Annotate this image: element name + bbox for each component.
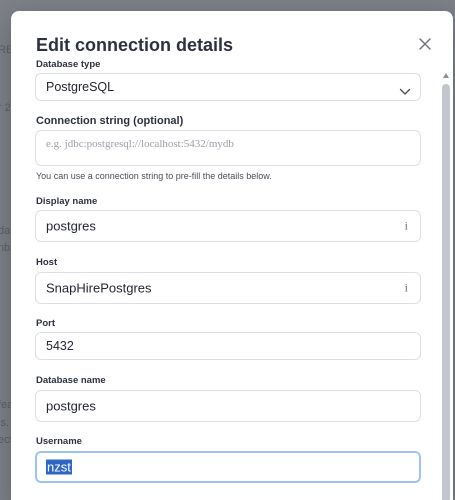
port-label: Port (36, 318, 55, 329)
database-name-value: postgres (46, 398, 96, 414)
edit-connection-dialog: Edit connection details Database type Po… (11, 11, 453, 500)
connection-string-input[interactable]: e.g. jdbc:postgresql://localhost:5432/my… (35, 130, 421, 166)
display-name-label: Display name (36, 196, 98, 207)
connection-string-help: You can use a connection string to pre-f… (36, 171, 272, 181)
connection-string-placeholder: e.g. jdbc:postgresql://localhost:5432/my… (46, 138, 234, 150)
chevron-down-icon (399, 83, 411, 95)
database-type-label: Database type (36, 59, 101, 70)
port-input[interactable]: 5432 (35, 332, 421, 360)
display-name-input[interactable]: postgres i (35, 210, 421, 242)
scrollbar-thumb[interactable] (442, 84, 450, 500)
close-icon[interactable] (417, 36, 433, 52)
database-name-label: Database name (36, 375, 106, 386)
scroll-up-arrow-icon[interactable] (443, 73, 449, 78)
database-type-select[interactable]: PostgreSQL (35, 73, 421, 101)
connection-string-label: Connection string (optional) (36, 115, 184, 127)
host-label: Host (36, 257, 58, 268)
username-value: nzst (46, 459, 72, 475)
dialog-title: Edit connection details (36, 35, 234, 55)
port-value: 5432 (46, 339, 74, 353)
database-name-input[interactable]: postgres (35, 390, 421, 422)
host-input[interactable]: SnapHirePostgres i (35, 272, 421, 304)
scrollbar[interactable] (442, 67, 451, 500)
username-selected-text: nzst (46, 459, 72, 475)
info-icon[interactable]: i (405, 281, 408, 296)
info-icon[interactable]: i (405, 219, 408, 234)
username-input[interactable]: nzst (35, 451, 421, 483)
display-name-value: postgres (46, 218, 96, 234)
username-label: Username (36, 436, 82, 447)
database-type-value: PostgreSQL (46, 80, 115, 94)
host-value: SnapHirePostgres (46, 280, 152, 296)
